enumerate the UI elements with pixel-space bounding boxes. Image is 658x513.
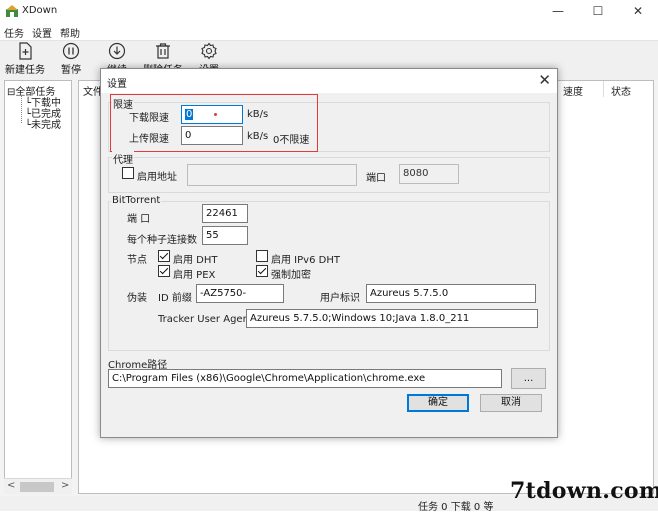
pause-icon (62, 42, 80, 60)
column-separator (603, 81, 604, 97)
download-icon (108, 42, 126, 60)
bittorrent-group-label: BitTorrent (111, 195, 162, 206)
settings-dialog: 设置 ✕ 限速 下载限速 0 kB/s 上传限速 0 kB/s 0不限速 代理 … (100, 68, 558, 438)
proxy-enable-checkbox[interactable] (122, 167, 134, 179)
xdown-logo-icon (6, 5, 18, 17)
proxy-address-input[interactable] (187, 164, 357, 186)
connections-value: 55 (206, 230, 219, 241)
spoof-label: 伪装 (127, 293, 147, 304)
column-header-status[interactable]: 状态 (611, 83, 631, 98)
title-bar: XDown — ☐ ✕ (0, 0, 658, 22)
bt-port-value: 22461 (206, 208, 238, 219)
menu-help[interactable]: 帮助 (60, 25, 80, 40)
id-prefix-input[interactable]: -AZ5750- (196, 284, 284, 303)
dht-checkbox[interactable] (158, 250, 170, 262)
connections-label: 每个种子连接数 (127, 235, 197, 246)
cancel-button[interactable]: 取消 (480, 394, 542, 412)
id-prefix-label: ID 前缀 (158, 293, 192, 304)
column-header-speed[interactable]: 速度 (563, 83, 583, 98)
chrome-path-input[interactable]: C:\Program Files (x86)\Google\Chrome\App… (108, 369, 502, 388)
browse-button[interactable]: ... (511, 368, 546, 389)
force-encrypt-label: 强制加密 (271, 270, 311, 281)
connections-input[interactable]: 55 (202, 226, 248, 245)
menu-bar: 任务 设置 帮助 (0, 22, 658, 40)
tree-item-incomplete[interactable]: └未完成 (25, 116, 61, 131)
minimize-button[interactable]: — (538, 0, 578, 22)
menu-task[interactable]: 任务 (4, 25, 24, 40)
pex-checkbox[interactable] (158, 265, 170, 277)
dht-label: 启用 DHT (173, 255, 218, 266)
tracker-ua-input[interactable]: Azureus 5.7.5.0;Windows 10;Java 1.8.0_21… (246, 309, 538, 328)
highlight-box (110, 94, 318, 152)
pause-button[interactable]: 暂停 (46, 42, 96, 78)
watermark-text: 7tdown.com (510, 478, 658, 504)
proxy-group-label: 代理 (112, 151, 134, 166)
gear-icon (201, 42, 217, 60)
tree-label-incomplete: 未完成 (31, 120, 62, 131)
pex-label: 启用 PEX (173, 270, 216, 281)
maximize-button[interactable]: ☐ (578, 0, 618, 22)
id-prefix-value: -AZ5750- (200, 288, 247, 299)
app-title: XDown (22, 5, 58, 16)
tracker-ua-label: Tracker User Agent (158, 314, 253, 325)
bt-port-input[interactable]: 22461 (202, 204, 248, 223)
node-label: 节点 (127, 255, 147, 266)
close-window-button[interactable]: ✕ (618, 0, 658, 22)
dialog-close-button[interactable]: ✕ (538, 71, 551, 89)
user-agent-input[interactable]: Azureus 5.7.5.0 (366, 284, 536, 303)
chrome-path-value: C:\Program Files (x86)\Google\Chrome\App… (112, 373, 426, 384)
new-task-button[interactable]: 新建任务 (0, 42, 50, 78)
new-task-label: 新建任务 (5, 65, 45, 76)
proxy-port-value: 8080 (403, 168, 429, 179)
proxy-port-label: 端口 (366, 173, 386, 184)
tree-connector (21, 95, 22, 123)
scroll-right-icon[interactable]: > (61, 480, 69, 491)
category-tree: ⊟全部任务 └下载中 └已完成 └未完成 (4, 80, 72, 494)
ok-button[interactable]: 确定 (407, 394, 469, 412)
tree-horizontal-scrollbar[interactable]: < > (4, 478, 72, 494)
pause-label: 暂停 (61, 65, 81, 76)
xdown-app-window: XDown — ☐ ✕ 任务 设置 帮助 新建任务 暂停 ⊟全部任务 └下载中 … (0, 0, 658, 513)
dialog-title: 设置 (107, 79, 127, 90)
ipv6-dht-checkbox[interactable] (256, 250, 268, 262)
bt-port-label: 端 口 (127, 214, 151, 225)
add-file-icon (19, 42, 32, 60)
ipv6-dht-label: 启用 IPv6 DHT (271, 255, 340, 266)
trash-icon (156, 43, 170, 59)
proxy-port-input[interactable]: 8080 (399, 164, 459, 184)
force-encrypt-checkbox[interactable] (256, 265, 268, 277)
scroll-thumb[interactable] (20, 482, 54, 492)
menu-settings[interactable]: 设置 (32, 25, 52, 40)
user-agent-value: Azureus 5.7.5.0 (370, 288, 449, 299)
scroll-left-icon[interactable]: < (7, 480, 15, 491)
user-agent-label: 用户标识 (320, 293, 360, 304)
tracker-ua-value: Azureus 5.7.5.0;Windows 10;Java 1.8.0_21… (250, 313, 470, 324)
proxy-enable-label: 启用地址 (137, 172, 177, 183)
dialog-title-bar: 设置 ✕ (101, 69, 557, 93)
